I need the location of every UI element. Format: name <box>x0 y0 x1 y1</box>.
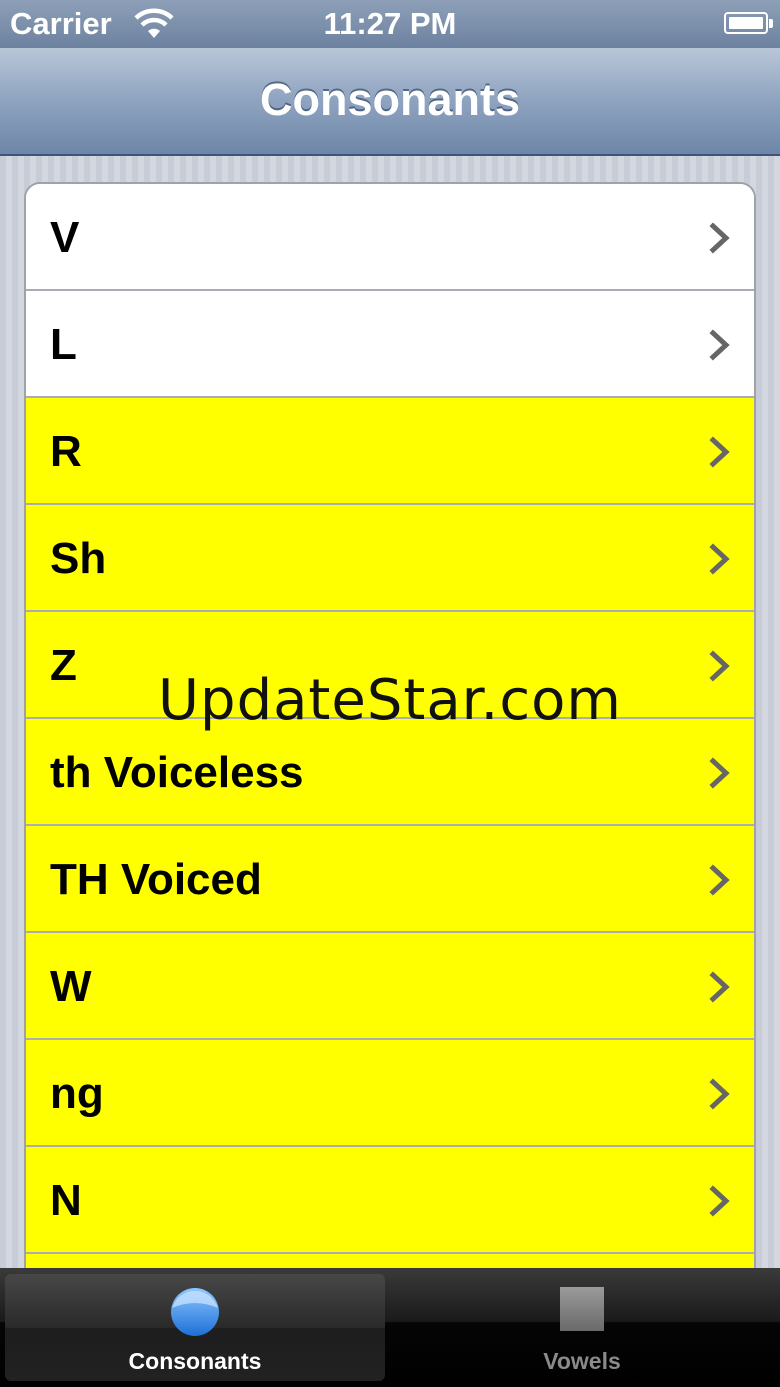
gray-square-icon <box>560 1287 604 1331</box>
chevron-right-icon <box>709 329 730 361</box>
watermark: UpdateStar.com <box>158 668 622 733</box>
list-item-label: th Voiceless <box>50 748 304 797</box>
list-item-label: R <box>50 427 82 476</box>
list-item-label: W <box>50 962 92 1011</box>
list-item-label: Sh <box>50 534 107 583</box>
tab-bar: Consonants Vowels <box>0 1268 780 1387</box>
clock: 11:27 PM <box>323 6 457 41</box>
navigation-bar: Consonants <box>0 48 780 156</box>
chevron-right-icon <box>709 1185 730 1217</box>
chevron-right-icon <box>709 864 730 896</box>
tab-consonants[interactable]: Consonants <box>5 1274 385 1381</box>
list-item[interactable]: th Voiceless <box>26 719 754 826</box>
chevron-right-icon <box>709 543 730 575</box>
list-item-label: N <box>50 1176 82 1225</box>
battery-icon <box>724 12 773 34</box>
chevron-right-icon <box>709 222 730 254</box>
tab-consonants-label: Consonants <box>128 1348 262 1374</box>
chevron-right-icon <box>709 1078 730 1110</box>
status-bar: Carrier 11:27 PM <box>0 0 780 48</box>
list-item[interactable]: L <box>26 291 754 398</box>
list-item[interactable]: ng <box>26 1040 754 1147</box>
list-item[interactable]: TH Voiced <box>26 826 754 933</box>
list-item[interactable]: V <box>26 184 754 291</box>
list-item-partial <box>26 1254 754 1268</box>
list-item[interactable]: R <box>26 398 754 505</box>
list-item[interactable]: W <box>26 933 754 1040</box>
list-item[interactable]: N <box>26 1147 754 1254</box>
page-title: Consonants <box>259 74 520 125</box>
list-item[interactable]: Sh <box>26 505 754 612</box>
tab-vowels[interactable]: Vowels <box>392 1274 772 1381</box>
chevron-right-icon <box>709 757 730 789</box>
list-item-label: TH Voiced <box>50 855 262 904</box>
chevron-right-icon <box>709 971 730 1003</box>
list-item-label: V <box>50 213 80 262</box>
list-item-label: ng <box>50 1069 104 1118</box>
chevron-right-icon <box>709 436 730 468</box>
list-item-label: L <box>50 320 77 369</box>
blue-circle-icon <box>171 1288 219 1336</box>
tab-vowels-label: Vowels <box>543 1348 621 1374</box>
